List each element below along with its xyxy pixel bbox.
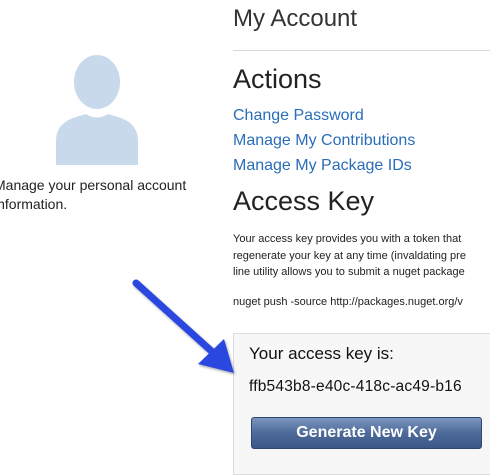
access-key-description: Your access key provides you with a toke… bbox=[233, 231, 490, 281]
account-description: Manage your personal account information… bbox=[0, 176, 224, 214]
access-key-description-line: regenerate your key at any time (invalda… bbox=[233, 249, 466, 262]
access-key-value[interactable]: ffb543b8-e40c-418c-ac49-b16 bbox=[249, 378, 462, 396]
access-key-description-line: line utility allows you to submit a nuge… bbox=[233, 266, 465, 278]
access-key-description-line: Your access key provides you with a toke… bbox=[233, 233, 462, 245]
user-silhouette-icon bbox=[56, 55, 138, 165]
manage-package-ids-link[interactable]: Manage My Package IDs bbox=[233, 157, 412, 175]
access-key-heading: Access Key bbox=[233, 186, 375, 216]
nuget-push-command: nuget push -source http://packages.nuget… bbox=[233, 296, 463, 308]
change-password-link[interactable]: Change Password bbox=[233, 107, 364, 125]
avatar bbox=[54, 55, 140, 165]
account-description-line: information. bbox=[0, 196, 68, 212]
page-title: My Account bbox=[233, 5, 358, 32]
actions-heading: Actions bbox=[233, 64, 322, 94]
generate-new-key-button[interactable]: Generate New Key bbox=[251, 417, 482, 449]
manage-contributions-link[interactable]: Manage My Contributions bbox=[233, 132, 415, 150]
account-description-line: Manage your personal account bbox=[0, 177, 187, 193]
divider bbox=[233, 50, 490, 51]
access-key-box: Your access key is: ffb543b8-e40c-418c-a… bbox=[233, 333, 490, 475]
access-key-label: Your access key is: bbox=[249, 344, 394, 363]
